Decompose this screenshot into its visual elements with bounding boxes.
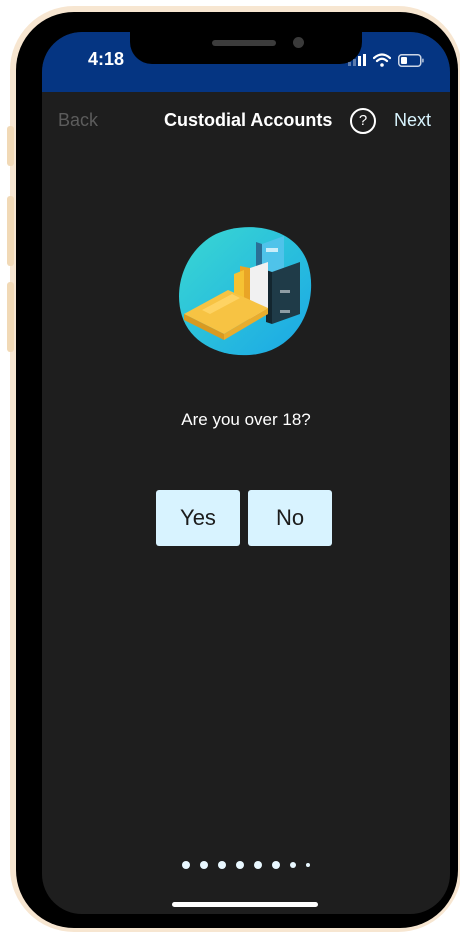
next-button[interactable]: Next <box>394 110 431 131</box>
no-button[interactable]: No <box>248 490 332 546</box>
speaker <box>212 40 276 46</box>
page-dot <box>290 862 296 868</box>
front-camera <box>293 37 304 48</box>
notch <box>130 32 362 64</box>
status-icons <box>348 50 424 70</box>
page-dot <box>236 861 244 869</box>
navigation-bar: Back Custodial Accounts ? Next <box>42 92 450 148</box>
files-folder-illustration <box>179 227 312 356</box>
page-title: Custodial Accounts <box>164 110 333 130</box>
wifi-icon <box>373 53 391 67</box>
home-indicator[interactable] <box>172 902 318 907</box>
page-dot <box>182 861 190 869</box>
status-time: 4:18 <box>88 49 125 69</box>
volume-up-button <box>7 196 14 266</box>
status-bar: 4:18 <box>42 32 450 92</box>
page-dot <box>272 861 280 869</box>
signal-icon <box>348 54 366 66</box>
help-icon[interactable]: ? <box>350 108 376 134</box>
yes-button[interactable]: Yes <box>156 490 240 546</box>
page-dot <box>200 861 208 869</box>
back-button[interactable]: Back <box>58 110 98 131</box>
app-screen: 4:18 Back Custodial Accounts ? Next Are … <box>42 32 450 914</box>
page-dot <box>218 861 226 869</box>
page-dot <box>306 863 310 867</box>
battery-icon <box>398 53 424 67</box>
page-dot <box>254 861 262 869</box>
page-indicator <box>42 861 450 869</box>
volume-down-button <box>7 282 14 352</box>
age-question: Are you over 18? <box>181 410 311 429</box>
mute-switch <box>7 126 14 166</box>
